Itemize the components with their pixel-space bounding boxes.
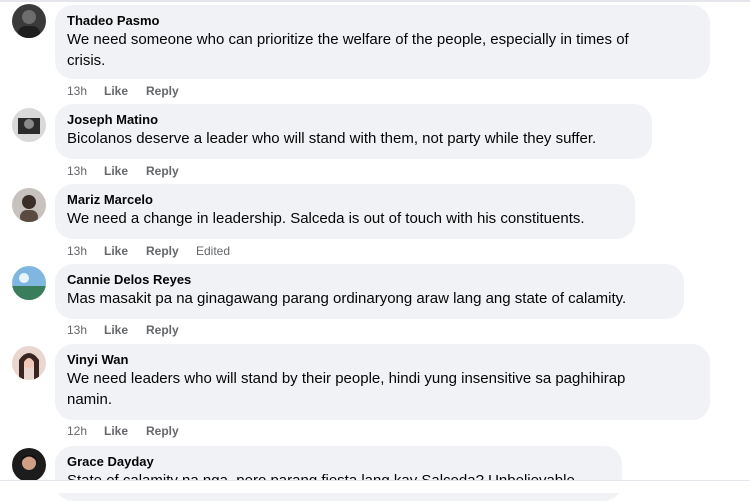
reply-button[interactable]: Reply: [146, 423, 196, 439]
comment-text-line: namin.: [67, 391, 113, 408]
reply-button[interactable]: Reply: [146, 83, 196, 99]
reply-button[interactable]: Reply: [146, 163, 196, 179]
avatar[interactable]: [12, 266, 46, 300]
avatar[interactable]: [12, 346, 46, 380]
like-button[interactable]: Like: [104, 83, 146, 99]
comment-actions: 13h Like Reply: [67, 83, 196, 99]
comment-timestamp[interactable]: 13h: [67, 322, 104, 338]
avatar[interactable]: [12, 448, 46, 482]
comment-bubble: Joseph Matino Bicolanos deserve a leader…: [55, 104, 652, 159]
reply-button[interactable]: Reply: [146, 243, 196, 259]
comment-text-line: We need someone who can prioritize the w…: [67, 31, 629, 48]
avatar[interactable]: [12, 4, 46, 38]
comment-bubble: Vinyi Wan We need leaders who will stand…: [55, 344, 710, 420]
bottom-edge: [0, 480, 750, 493]
like-button[interactable]: Like: [104, 322, 146, 338]
comment-timestamp[interactable]: 13h: [67, 83, 104, 99]
comment-list: Thadeo Pasmo We need someone who can pri…: [0, 0, 750, 501]
comment-author[interactable]: Grace Dayday: [67, 453, 610, 470]
comment-text-line: We need a change in leadership. Salceda …: [67, 210, 585, 227]
comment-actions: 13h Like Reply: [67, 163, 196, 179]
comment-text-line: Bicolanos deserve a leader who will stan…: [67, 130, 597, 147]
reply-button[interactable]: Reply: [146, 322, 196, 338]
like-button[interactable]: Like: [104, 423, 146, 439]
comment-author[interactable]: Vinyi Wan: [67, 351, 698, 368]
comment-timestamp[interactable]: 13h: [67, 163, 104, 179]
avatar[interactable]: [12, 108, 46, 142]
comment-actions: 13h Like Reply Edited: [67, 243, 230, 259]
comment-author[interactable]: Mariz Marcelo: [67, 191, 623, 208]
comment-timestamp[interactable]: 12h: [67, 423, 104, 439]
comment-text-line: We need leaders who will stand by their …: [67, 370, 626, 387]
comment-author[interactable]: Cannie Delos Reyes: [67, 271, 672, 288]
like-button[interactable]: Like: [104, 243, 146, 259]
like-button[interactable]: Like: [104, 163, 146, 179]
comment-text-line: Mas masakit pa na ginagawang parang ordi…: [67, 290, 627, 307]
comment-actions: 13h Like Reply: [67, 322, 196, 338]
edited-label[interactable]: Edited: [196, 243, 230, 259]
comment-actions: 12h Like Reply: [67, 423, 196, 439]
avatar[interactable]: [12, 188, 46, 222]
comment-text-line: crisis.: [67, 52, 106, 69]
comment-timestamp[interactable]: 13h: [67, 243, 104, 259]
comment-author[interactable]: Joseph Matino: [67, 111, 640, 128]
comment-author[interactable]: Thadeo Pasmo: [67, 12, 698, 29]
comment-bubble: Mariz Marcelo We need a change in leader…: [55, 184, 635, 239]
comment-bubble: Cannie Delos Reyes Mas masakit pa na gin…: [55, 264, 684, 319]
comment-bubble: Thadeo Pasmo We need someone who can pri…: [55, 5, 710, 79]
